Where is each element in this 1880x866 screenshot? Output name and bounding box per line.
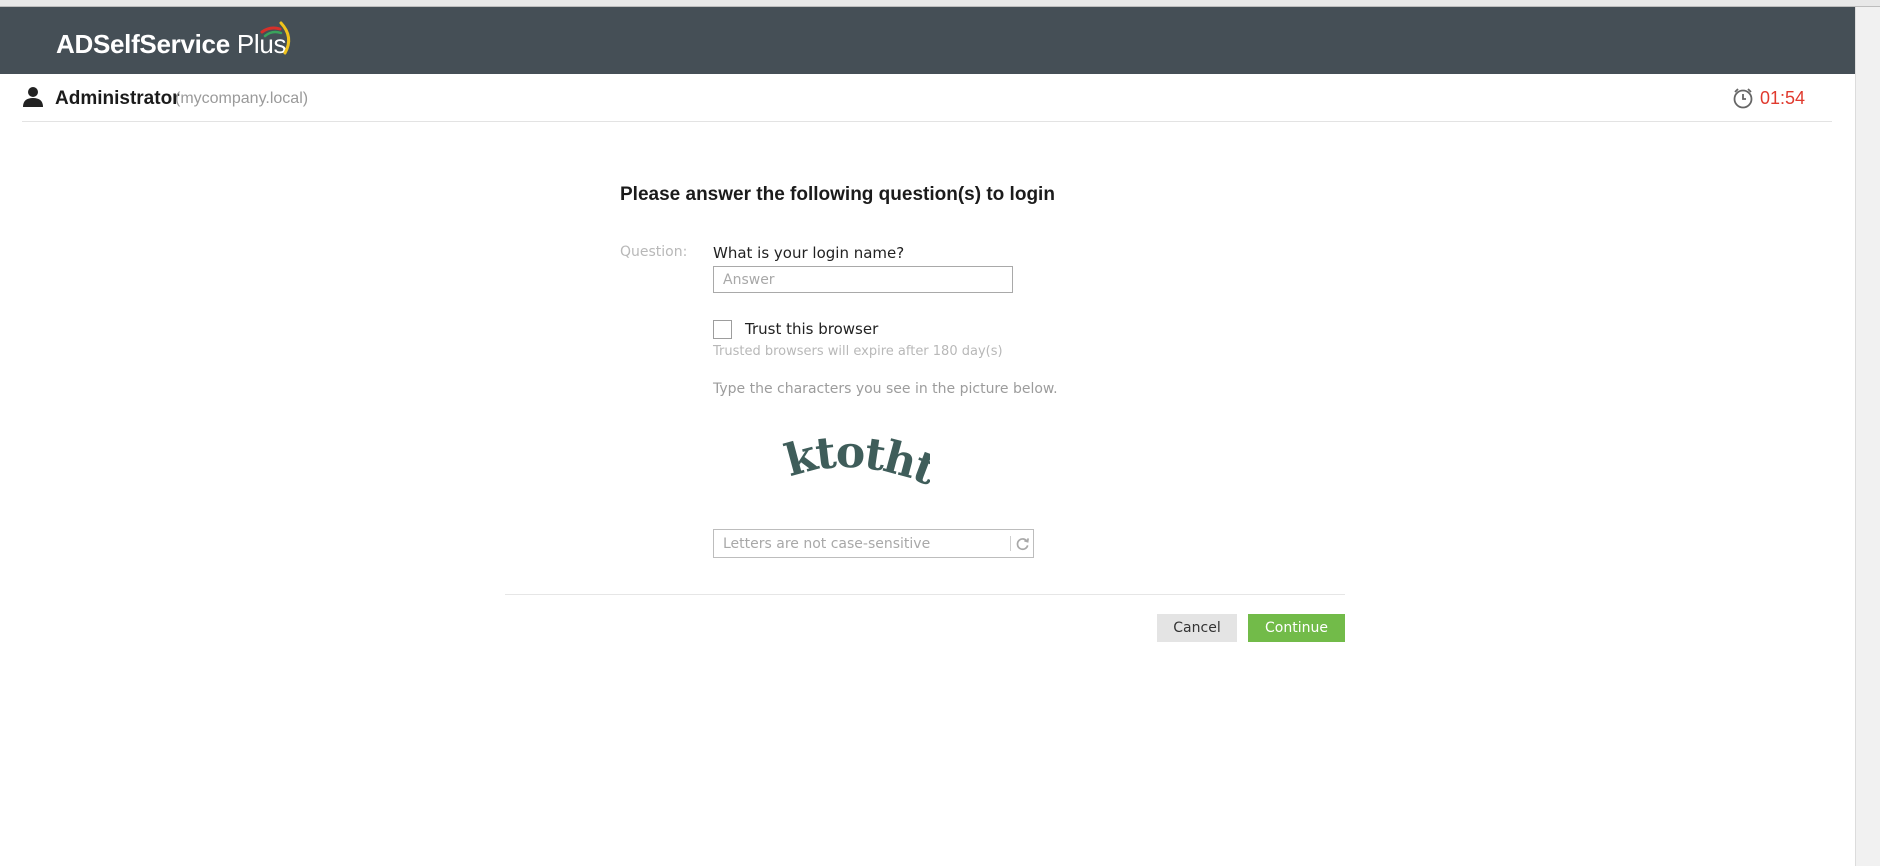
user-icon	[23, 87, 43, 107]
question-text: What is your login name?	[713, 244, 905, 262]
clock-icon	[1733, 88, 1753, 109]
browser-top-edge	[0, 0, 1880, 7]
user-domain: (mycompany.local)	[175, 90, 309, 107]
form-divider	[505, 594, 1345, 595]
trust-browser-label[interactable]: Trust this browser	[745, 320, 878, 338]
logo-brand: ADSelfService	[56, 29, 230, 59]
session-timer: 01:54	[1760, 88, 1806, 108]
app-header: ADSelfService Plus	[0, 7, 1855, 74]
captcha-field	[713, 529, 1034, 558]
page-scrollbar[interactable]	[1855, 7, 1880, 866]
user-bar: Administrator (mycompany.local) 01:54	[22, 74, 1832, 122]
refresh-icon[interactable]	[1015, 536, 1030, 551]
trust-browser-checkbox[interactable]	[713, 320, 732, 339]
trust-browser-note: Trusted browsers will expire after 180 d…	[713, 344, 1003, 359]
captcha-input[interactable]	[714, 530, 1004, 557]
captcha-image: ktotht	[780, 427, 930, 496]
answer-input[interactable]	[713, 266, 1013, 293]
cancel-button[interactable]: Cancel	[1157, 614, 1237, 642]
username: Administrator	[55, 88, 180, 109]
logo-arc-icon	[260, 21, 291, 55]
question-label: Question:	[620, 244, 688, 260]
page-title: Please answer the following question(s) …	[620, 184, 1055, 205]
continue-button[interactable]: Continue	[1248, 614, 1345, 642]
captcha-characters: ktotht	[780, 427, 930, 496]
captcha-hint: Type the characters you see in the pictu…	[713, 381, 1058, 397]
captcha-separator	[1010, 536, 1011, 551]
